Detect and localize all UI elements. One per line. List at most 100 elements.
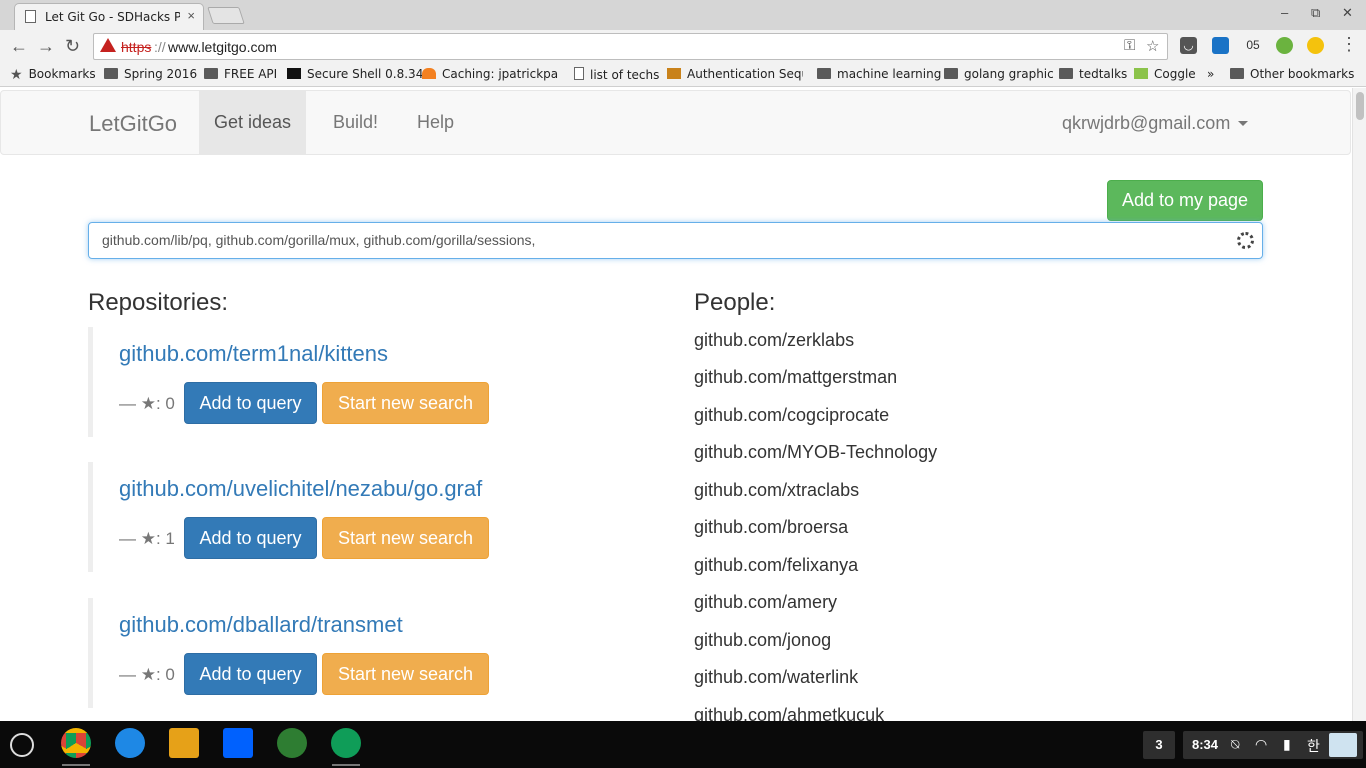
person-link[interactable]: github.com/waterlink <box>694 667 858 688</box>
brand-logo[interactable]: LetGitGo <box>89 111 177 137</box>
bookmark-star-icon[interactable]: ☆ <box>1146 37 1159 55</box>
repo-link[interactable]: github.com/dballard/transmet <box>119 612 403 638</box>
person-link[interactable]: github.com/broersa <box>694 517 848 538</box>
extension-blue-icon[interactable] <box>1212 37 1229 54</box>
bookmark-folder[interactable]: Spring 2016 <box>104 67 197 83</box>
moon-extension-icon[interactable] <box>1307 37 1324 54</box>
avatar <box>1329 733 1357 757</box>
folder-icon <box>204 68 218 79</box>
files-icon[interactable] <box>115 728 145 758</box>
ime-indicator: 한 <box>1307 738 1320 754</box>
person-link[interactable]: github.com/zerklabs <box>694 330 854 351</box>
minimize-icon[interactable]: ‒ <box>1281 5 1288 20</box>
reload-icon[interactable]: ↻ <box>65 36 80 57</box>
query-input[interactable]: github.com/lib/pq, github.com/gorilla/mu… <box>88 222 1263 259</box>
url-host: www.letgitgo.com <box>168 39 277 55</box>
auth-site-icon <box>667 68 681 79</box>
add-to-query-button[interactable]: Add to query <box>184 653 317 695</box>
add-to-my-page-button[interactable]: Add to my page <box>1107 180 1263 221</box>
bookmark-folder[interactable]: FREE API <box>204 67 277 83</box>
page-content: LetGitGo Get ideas Build! Help qkrwjdrb@… <box>0 88 1352 721</box>
page-scrollbar[interactable] <box>1352 88 1366 721</box>
star-icon: ★ <box>10 67 23 83</box>
repo-card: github.com/uvelichitel/nezabu/go.graf — … <box>88 462 628 572</box>
launcher-icon[interactable] <box>10 733 34 757</box>
browser-tab[interactable]: Let Git Go - SDHacks Pro × <box>14 3 204 30</box>
loading-spinner-icon <box>1237 232 1254 249</box>
person-link[interactable]: github.com/jonog <box>694 630 831 651</box>
key-icon[interactable]: ⚿ <box>1124 37 1135 54</box>
folder-icon <box>1059 68 1073 79</box>
repositories-heading: Repositories: <box>88 289 229 316</box>
bookmark-item[interactable]: Coggle <box>1134 67 1196 83</box>
notification-count-badge[interactable]: 3 <box>1143 731 1175 759</box>
person-link[interactable]: github.com/ahmetkucuk <box>694 705 884 721</box>
chrome-icon[interactable] <box>61 728 91 758</box>
start-new-search-button[interactable]: Start new search <box>322 653 489 695</box>
page-icon <box>25 10 36 23</box>
counter-extension-icon[interactable]: 05 <box>1242 37 1264 54</box>
coggle-icon <box>1134 68 1148 79</box>
repo-card: github.com/dballard/transmet — ★: 0 Add … <box>88 598 628 708</box>
menu-icon[interactable]: ⋮ <box>1340 34 1358 55</box>
os-shelf: 3 8:34 ⍉ ◠ ▮ 한 <box>0 721 1366 768</box>
close-window-icon[interactable]: ✕ <box>1342 5 1353 21</box>
bookmark-folder[interactable]: tedtalks <box>1059 67 1127 83</box>
gear-app-icon[interactable] <box>277 728 307 758</box>
nav-help[interactable]: Help <box>402 91 469 154</box>
person-link[interactable]: github.com/MYOB-Technology <box>694 442 937 463</box>
bookmark-folder[interactable]: machine learning <box>817 67 941 83</box>
dropbox-icon[interactable] <box>223 728 253 758</box>
back-icon[interactable]: ← <box>10 36 28 57</box>
bookmark-item[interactable]: list of techs <box>574 67 659 83</box>
person-link[interactable]: github.com/felixanya <box>694 555 858 576</box>
repo-stars: — ★: 0 <box>119 665 175 684</box>
scrollbar-thumb[interactable] <box>1356 92 1364 120</box>
start-new-search-button[interactable]: Start new search <box>322 382 489 424</box>
tab-title: Let Git Go - SDHacks Pro <box>45 10 180 24</box>
repo-card: github.com/term1nal/kittens — ★: 0 Add t… <box>88 327 628 437</box>
bookmark-item[interactable]: ★ Bookmarks <box>10 67 96 83</box>
restore-icon[interactable]: ⧉ <box>1311 5 1320 21</box>
bookmarks-bar: ★ Bookmarks Spring 2016 FREE API Secure S… <box>0 63 1366 87</box>
forward-icon[interactable]: → <box>37 36 55 57</box>
people-heading: People: <box>694 289 776 316</box>
cloudflare-icon <box>422 68 436 79</box>
person-link[interactable]: github.com/xtraclabs <box>694 480 859 501</box>
nav-get-ideas[interactable]: Get ideas <box>199 91 307 154</box>
new-tab-button[interactable] <box>207 7 245 24</box>
bookmark-item[interactable]: Caching: jpatrickpark <box>422 67 558 83</box>
close-tab-icon[interactable]: × <box>187 8 195 23</box>
wifi-icon: ◠ <box>1255 736 1268 752</box>
add-to-query-button[interactable]: Add to query <box>184 517 317 559</box>
user-dropdown[interactable]: qkrwjdrb@gmail.com <box>1062 113 1249 134</box>
bookmark-item[interactable]: Authentication Seque <box>667 67 803 83</box>
hangouts-icon[interactable] <box>331 728 361 758</box>
folder-icon <box>1230 68 1244 79</box>
repo-link[interactable]: github.com/term1nal/kittens <box>119 341 388 367</box>
repo-link[interactable]: github.com/uvelichitel/nezabu/go.graf <box>119 476 482 502</box>
more-bookmarks-chevron[interactable]: » <box>1207 67 1214 83</box>
nav-build[interactable]: Build! <box>318 91 393 154</box>
notifications-off-icon: ⍉ <box>1231 736 1240 752</box>
start-new-search-button[interactable]: Start new search <box>322 517 489 559</box>
coggle-app-icon[interactable] <box>169 728 199 758</box>
status-tray[interactable]: 8:34 ⍉ ◠ ▮ 한 <box>1183 731 1363 759</box>
caret-down-icon <box>1238 121 1249 126</box>
person-link[interactable]: github.com/cogciprocate <box>694 405 889 426</box>
url-separator: :// <box>154 39 166 55</box>
add-to-query-button[interactable]: Add to query <box>184 382 317 424</box>
evernote-icon[interactable] <box>1276 37 1293 54</box>
bookmark-folder[interactable]: golang graphic <box>944 67 1054 83</box>
bookmark-item[interactable]: Secure Shell 0.8.34 <box>287 67 423 83</box>
person-link[interactable]: github.com/amery <box>694 592 837 613</box>
repo-stars: — ★: 1 <box>119 529 175 548</box>
address-bar[interactable]: https :// www.letgitgo.com ⚿ ☆ <box>93 33 1168 60</box>
not-secure-icon[interactable] <box>100 38 116 52</box>
site-navbar: LetGitGo Get ideas Build! Help qkrwjdrb@… <box>0 90 1351 155</box>
pocket-icon[interactable]: ◡ <box>1180 37 1197 54</box>
bookmark-folder[interactable]: Other bookmarks <box>1230 67 1354 83</box>
terminal-icon <box>287 68 301 79</box>
url-scheme: https <box>121 39 152 55</box>
person-link[interactable]: github.com/mattgerstman <box>694 367 897 388</box>
